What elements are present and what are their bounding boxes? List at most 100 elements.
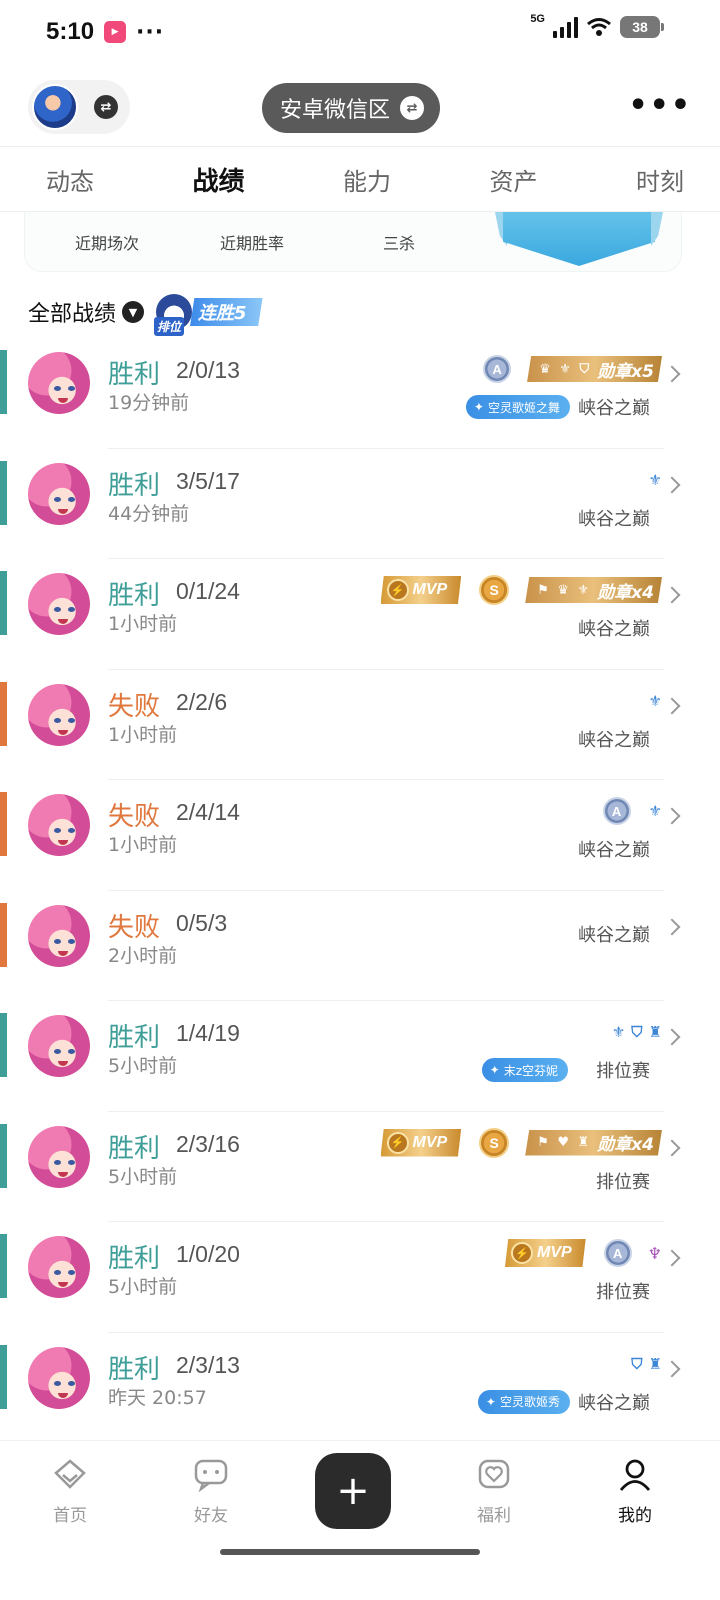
sparkle-icon: ✦ [485,1394,496,1409]
filter-label[interactable]: 全部战绩 [28,296,116,328]
match-result: 胜利 [108,470,161,501]
nav-me[interactable]: 我的 [590,1455,680,1526]
chat-icon[interactable] [191,1455,231,1495]
result-indicator [0,792,7,856]
nav-label: 首页 [53,1506,87,1526]
sparkle-icon: ✦ [489,1063,500,1077]
tab-bar: 动态 战绩 能力 资产 时刻 [0,146,720,212]
signal-icon [553,16,578,38]
match-badges: ⚜ ⛉ ♜ [612,1017,662,1047]
match-row[interactable]: 失败 2/4/14 1小时前 A ⚜ 峡谷之巅 [0,780,720,891]
match-result: 胜利 [108,1354,161,1385]
bilibili-icon: ▶ [104,21,127,43]
mvp-label: MVP [412,1133,448,1151]
match-row[interactable]: 胜利 2/3/13 昨天 20:57 ⛉ ♜ ✦ 空灵歌姬秀 峡谷之巅 [0,1333,720,1444]
hero-avatar [28,1236,90,1298]
support-medal-icon: ⚜ [648,802,662,820]
win-streak-badge: 排位 连胜5 [154,294,263,336]
tab-records[interactable]: 战绩 [192,161,244,198]
match-time: 2小时前 [108,944,178,967]
tab-assets[interactable]: 资产 [489,162,537,197]
ribbon-edge [651,212,663,246]
chevron-right-icon [663,807,681,825]
match-badges: ⚡ MVP A ♆ [504,1238,662,1268]
hero-avatar [28,683,90,746]
match-kda: 2/4/14 [176,799,240,825]
tower-medal-icon: ♜ [648,1354,662,1373]
avatar[interactable] [32,84,78,130]
match-row[interactable]: 胜利 2/0/13 19分钟前 A ♛ ⚜ ⛉ 勋章x5 ✦ 空灵歌姬之舞 峡谷之巅 [0,338,720,449]
swap-icon[interactable]: ⇄ [94,95,118,119]
rating-a-icon: A [603,1239,632,1267]
summary-card: 近期场次 近期胜率 三杀 [24,212,682,272]
chevron-right-icon [663,365,681,383]
user-icon[interactable] [615,1455,655,1495]
match-row[interactable]: 失败 2/2/6 1小时前 ⚜ 峡谷之巅 [0,670,720,780]
match-mode: 峡谷之巅 [578,1392,650,1414]
match-result: 胜利 [108,360,161,390]
result-indicator [0,571,7,635]
match-filter[interactable]: 全部战绩 ▼ 排位 连胜5 [28,290,263,336]
match-row[interactable]: 胜利 0/1/24 1小时前 ⚡ MVP S ⚑ ♛ ⚜ 勋章x4 峡谷之巅 [0,559,720,670]
add-button[interactable]: + [315,1453,391,1529]
summary-label-recent-winrate: 近期胜率 [220,234,285,253]
result-indicator [0,460,7,525]
medal-badge: ⚑ ♥ ♜ 勋章x4 [525,1129,662,1156]
match-time: 5小时前 [108,1055,178,1077]
network-type: 5G [530,13,545,25]
nav-home[interactable]: 首页 [25,1455,115,1526]
match-time: 1小时前 [108,723,178,746]
hero-avatar [28,904,90,967]
rating-s-icon: S [479,575,510,605]
result-indicator [0,902,7,967]
streak-rank-label: 排位 [154,317,185,336]
tower-medal-icon: ♜ [648,1023,662,1041]
hero-avatar [28,1015,90,1077]
match-row[interactable]: 胜利 1/4/19 5小时前 ⚜ ⛉ ♜ ✦ 末z空芬妮 排位赛 [0,1001,720,1112]
chevron-down-icon[interactable]: ▼ [122,301,145,323]
match-badges: A ♛ ⚜ ⛉ 勋章x5 [483,354,662,384]
match-row[interactable]: 胜利 1/0/20 5小时前 ⚡ MVP A ♆ 排位赛 [0,1222,720,1333]
match-mode: 峡谷之巅 [578,619,650,640]
match-kda: 2/3/13 [176,1351,240,1378]
chevron-right-icon [663,476,681,493]
medal-icons: ♛ ⚜ ⛉ [539,361,592,377]
tab-moments[interactable]: 时刻 [636,162,684,197]
match-row[interactable]: 失败 0/5/3 2小时前 峡谷之巅 [0,891,720,1001]
nav-friends[interactable]: 好友 [166,1455,256,1526]
match-row[interactable]: 胜利 2/3/16 5小时前 ⚡ MVP S ⚑ ♥ ♜ 勋章x4 排位赛 [0,1112,720,1222]
shield-medal-icon: ⛉ [631,1023,643,1041]
more-button[interactable]: ••• [628,91,692,121]
gift-heart-icon[interactable] [474,1455,514,1495]
nav-welfare[interactable]: 福利 [449,1455,539,1526]
match-badges: ⚜ [649,686,662,716]
match-time: 44分钟前 [108,502,190,525]
match-result: 失败 [108,691,161,722]
account-switcher[interactable]: ⇄ [28,80,130,134]
server-label: 安卓微信区 [280,98,391,123]
match-result: 胜利 [108,581,161,611]
rating-s-icon: S [479,1127,510,1158]
match-kda: 1/4/19 [176,1020,240,1046]
mvp-label: MVP [536,1244,572,1261]
lightning-icon: ⚡ [510,1242,533,1264]
home-icon[interactable] [50,1455,90,1495]
bottom-nav: 首页 好友 + 福利 我的 [0,1440,720,1600]
skin-name: 末z空芬妮 [503,1063,558,1078]
match-kda: 2/0/13 [176,357,240,383]
mvp-badge: ⚡ MVP [380,576,462,604]
demon-medal-icon: ♆ [647,1243,662,1263]
match-badges: ⛉ ♜ [631,1349,662,1379]
hero-avatar [28,1125,90,1188]
tab-dynamics[interactable]: 动态 [46,162,94,197]
match-mode: 峡谷之巅 [578,729,650,751]
tab-ability[interactable]: 能力 [343,162,391,197]
mvp-badge: ⚡ MVP [504,1239,586,1267]
rating-a-icon: A [602,797,631,825]
match-row[interactable]: 胜利 3/5/17 44分钟前 ⚜ 峡谷之巅 [0,449,720,559]
server-selector[interactable]: 安卓微信区 ⇄ [262,83,441,133]
hero-avatar [28,462,90,525]
home-indicator[interactable] [220,1549,480,1555]
medal-icons: ⚑ ♛ ⚜ [537,582,592,598]
match-mode: 峡谷之巅 [578,508,650,530]
